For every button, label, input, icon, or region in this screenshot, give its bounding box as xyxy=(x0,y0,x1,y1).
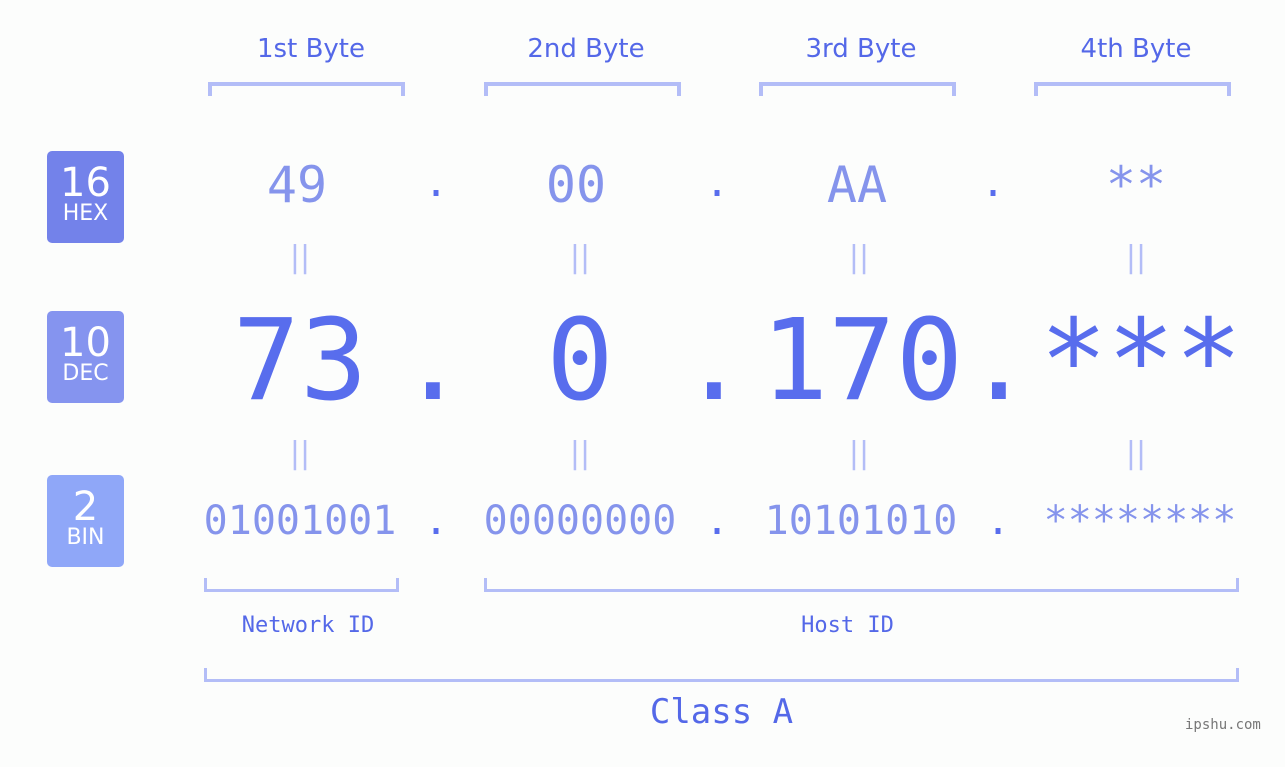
dec-base-number: 10 xyxy=(60,320,111,366)
byte-header-1: 1st Byte xyxy=(257,34,365,64)
hex-byte-2: 00 xyxy=(545,156,607,214)
byte-header-4: 4th Byte xyxy=(1080,34,1192,64)
equals-icon: || xyxy=(848,436,870,471)
network-id-bracket xyxy=(204,578,399,592)
byte-bracket-2 xyxy=(484,82,681,96)
equals-icon: || xyxy=(569,240,591,275)
hex-base-number: 16 xyxy=(60,160,111,206)
hex-byte-1: 49 xyxy=(266,156,328,214)
byte-bracket-1 xyxy=(208,82,405,96)
class-label: Class A xyxy=(649,692,794,732)
hex-dot-2: . xyxy=(704,160,730,206)
class-bracket xyxy=(204,668,1239,682)
dec-byte-4: *** xyxy=(1039,296,1243,426)
network-id-label: Network ID xyxy=(241,613,375,638)
equals-icon: || xyxy=(1125,240,1147,275)
host-id-bracket xyxy=(484,578,1239,592)
dec-badge: 10 DEC xyxy=(47,311,124,403)
bin-byte-1: 01001001 xyxy=(203,498,397,544)
watermark: ipshu.com xyxy=(1185,717,1261,733)
hex-base-label: HEX xyxy=(62,201,109,226)
equals-icon: || xyxy=(848,240,870,275)
host-id-label: Host ID xyxy=(801,613,894,638)
hex-dot-3: . xyxy=(980,160,1006,206)
bin-byte-4: ******** xyxy=(1043,498,1237,544)
byte-header-2: 2nd Byte xyxy=(527,34,645,64)
hex-dot-1: . xyxy=(423,160,449,206)
bin-byte-3: 10101010 xyxy=(764,498,958,544)
byte-header-3: 3rd Byte xyxy=(805,34,917,64)
byte-bracket-4 xyxy=(1034,82,1231,96)
bin-base-number: 2 xyxy=(72,484,99,530)
bin-byte-2: 00000000 xyxy=(483,498,677,544)
bin-base-label: BIN xyxy=(66,525,105,550)
bin-badge: 2 BIN xyxy=(47,475,124,567)
equals-icon: || xyxy=(289,436,311,471)
dec-base-label: DEC xyxy=(62,361,109,386)
hex-byte-3: AA xyxy=(826,156,888,214)
equals-icon: || xyxy=(1125,436,1147,471)
hex-badge: 16 HEX xyxy=(47,151,124,243)
equals-icon: || xyxy=(569,436,591,471)
hex-byte-4: ** xyxy=(1105,156,1167,214)
byte-bracket-3 xyxy=(759,82,956,96)
equals-icon: || xyxy=(289,240,311,275)
